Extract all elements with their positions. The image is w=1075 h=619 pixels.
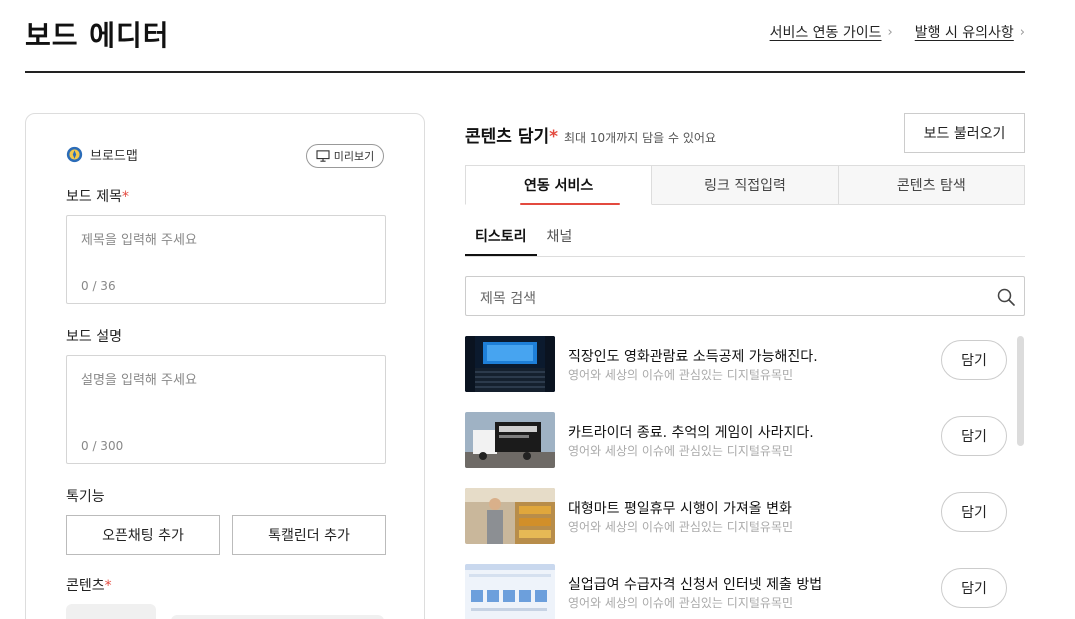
- chevron-right-icon: ›: [887, 24, 893, 40]
- source-tabs: 연동 서비스 링크 직접입력 콘텐츠 탐색: [465, 165, 1025, 205]
- content-panel-title: 콘텐츠 담기: [465, 127, 550, 147]
- required-mark: *: [104, 578, 112, 594]
- talk-features-label: 톡기능: [66, 489, 105, 505]
- active-tab-underline: [520, 203, 620, 205]
- post-thumbnail: [465, 336, 555, 392]
- content-slot-placeholder: [66, 604, 156, 619]
- add-content-button[interactable]: 담기: [941, 340, 1007, 380]
- search-icon[interactable]: [997, 288, 1015, 306]
- sub-tab-channel[interactable]: 채널: [537, 228, 583, 256]
- sub-tab-tistory[interactable]: 티스토리: [465, 228, 537, 256]
- board-title-label: 보드 제목*: [66, 186, 129, 206]
- list-item: 실업급여 수급자격 신청서 인터넷 제출 방법 영어와 세상의 이슈에 관심있는…: [465, 564, 1015, 619]
- brand-name: 브로드맵: [90, 149, 138, 164]
- content-panel-hint: 최대 10개까지 담을 수 있어요: [564, 131, 716, 145]
- post-title: 대형마트 평일휴무 시행이 가져올 변화: [568, 501, 792, 517]
- post-thumbnail: [465, 488, 555, 544]
- brand-logo-icon: [66, 146, 83, 163]
- top-links: 서비스 연동 가이드 › 발행 시 유의사항 ›: [770, 22, 1025, 42]
- monitor-icon: [316, 150, 330, 162]
- post-thumbnail: [465, 412, 555, 468]
- board-desc-label: 보드 설명: [66, 329, 122, 345]
- mart-thumbnail-image: [465, 488, 555, 544]
- list-item: 직장인도 영화관람료 소득공제 가능해진다. 영어와 세상의 이슈에 관심있는 …: [465, 336, 1015, 412]
- tab-direct-link[interactable]: 링크 직접입력: [651, 165, 839, 205]
- service-guide-label: 서비스 연동 가이드: [769, 25, 882, 41]
- board-editor-panel: 브로드맵 미리보기 보드 제목* 제목을 입력해 주세요 0 / 36 보드 설…: [25, 113, 425, 619]
- load-board-button[interactable]: 보드 불러오기: [904, 113, 1025, 153]
- board-desc-counter: 0 / 300: [81, 439, 124, 453]
- title-search-input[interactable]: 제목 검색: [465, 276, 1025, 316]
- content-slot-placeholder: [171, 615, 384, 619]
- search-placeholder: 제목 검색: [480, 291, 536, 307]
- post-title: 실업급여 수급자격 신청서 인터넷 제출 방법: [568, 577, 823, 593]
- screenshot-thumbnail-image: [465, 564, 555, 619]
- chevron-right-icon: ›: [1019, 24, 1025, 40]
- header-divider: [25, 71, 1025, 73]
- truck-thumbnail-image: [465, 412, 555, 468]
- content-list: 직장인도 영화관람료 소득공제 가능해진다. 영어와 세상의 이슈에 관심있는 …: [465, 336, 1015, 619]
- board-desc-placeholder: 설명을 입력해 주세요: [81, 373, 197, 388]
- list-item: 대형마트 평일휴무 시행이 가져올 변화 영어와 세상의 이슈에 관심있는 디지…: [465, 488, 1015, 564]
- post-source: 영어와 세상의 이슈에 관심있는 디지털유목민: [568, 520, 794, 534]
- tab-linked-service[interactable]: 연동 서비스: [465, 165, 653, 205]
- list-item: 카트라이더 종료. 추억의 게임이 사라지다. 영어와 세상의 이슈에 관심있는…: [465, 412, 1015, 488]
- post-thumbnail: [465, 564, 555, 619]
- preview-button[interactable]: 미리보기: [306, 144, 384, 168]
- brand: 브로드맵: [66, 145, 138, 164]
- required-mark: *: [549, 127, 559, 147]
- add-content-button[interactable]: 담기: [941, 416, 1007, 456]
- content-panel-heading: 콘텐츠 담기 * 최대 10개까지 담을 수 있어요: [465, 122, 716, 147]
- board-title-input[interactable]: 제목을 입력해 주세요 0 / 36: [66, 215, 386, 304]
- required-mark: *: [121, 189, 129, 205]
- service-sub-tabs: 티스토리 채널: [465, 228, 582, 256]
- post-source: 영어와 세상의 이슈에 관심있는 디지털유목민: [568, 444, 794, 458]
- post-source: 영어와 세상의 이슈에 관심있는 디지털유목민: [568, 368, 794, 382]
- tab-content-explore[interactable]: 콘텐츠 탐색: [837, 165, 1025, 205]
- board-title-label-text: 보드 제목: [66, 189, 122, 205]
- list-scrollbar[interactable]: [1017, 336, 1024, 446]
- board-desc-input[interactable]: 설명을 입력해 주세요 0 / 300: [66, 355, 386, 464]
- service-guide-link[interactable]: 서비스 연동 가이드 ›: [770, 22, 893, 42]
- contents-label: 콘텐츠*: [66, 575, 112, 595]
- post-title: 직장인도 영화관람료 소득공제 가능해진다.: [568, 349, 818, 365]
- add-talk-calendar-button[interactable]: 톡캘린더 추가: [232, 515, 386, 555]
- post-title: 카트라이더 종료. 추억의 게임이 사라지다.: [568, 425, 814, 441]
- add-open-chat-button[interactable]: 오픈채팅 추가: [66, 515, 220, 555]
- publish-notice-label: 발행 시 유의사항: [914, 25, 1014, 41]
- publish-notice-link[interactable]: 발행 시 유의사항 ›: [915, 22, 1025, 42]
- preview-label: 미리보기: [333, 150, 375, 163]
- page-title: 보드 에디터: [25, 19, 170, 52]
- cinema-thumbnail-image: [465, 336, 555, 392]
- board-title-placeholder: 제목을 입력해 주세요: [81, 233, 197, 248]
- post-source: 영어와 세상의 이슈에 관심있는 디지털유목민: [568, 596, 794, 610]
- board-title-counter: 0 / 36: [81, 279, 116, 293]
- contents-label-text: 콘텐츠: [66, 578, 105, 594]
- add-content-button[interactable]: 담기: [941, 492, 1007, 532]
- add-content-button[interactable]: 담기: [941, 568, 1007, 608]
- sub-tabs-divider: [465, 256, 1025, 257]
